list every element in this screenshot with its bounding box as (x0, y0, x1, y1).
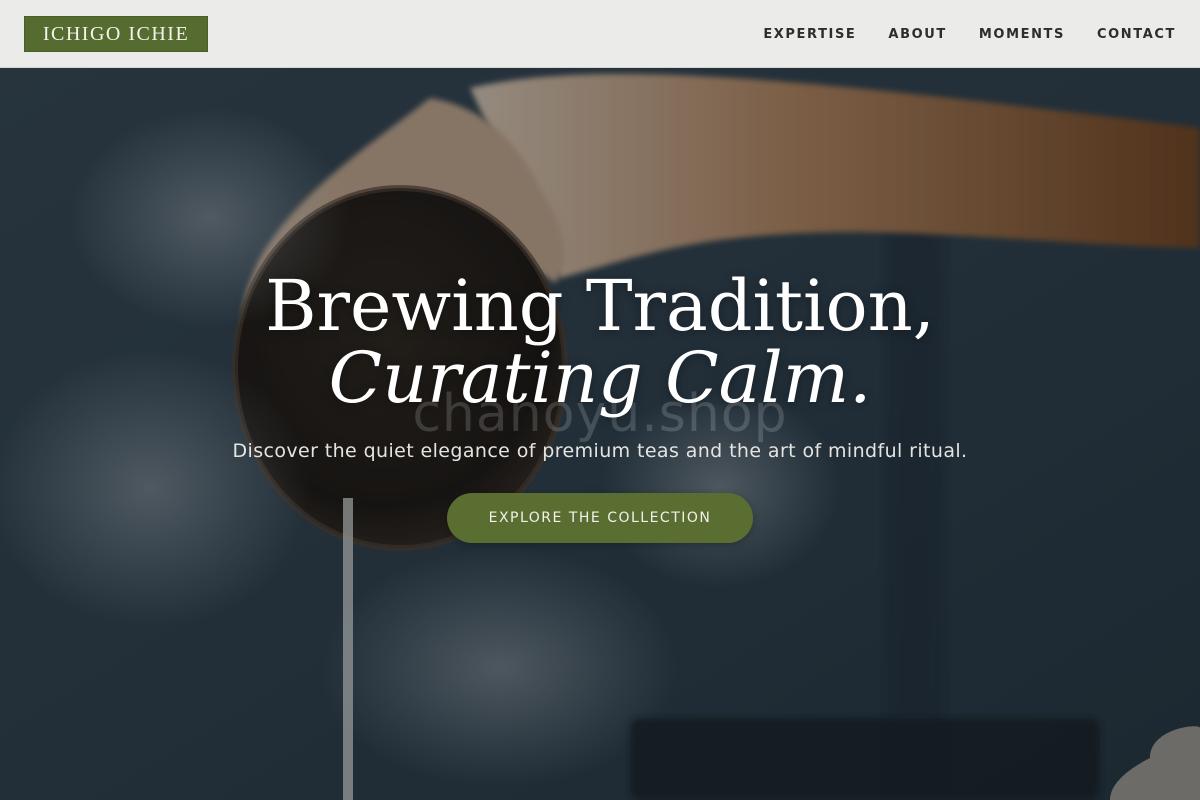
site-logo[interactable]: ICHIGO ICHIE (24, 16, 208, 52)
nav-link-moments[interactable]: MOMENTS (979, 27, 1065, 42)
hero-section: chanoyu.shop Brewing Tradition, Curating… (0, 68, 1200, 800)
hero-headline: Brewing Tradition, Curating Calm. (0, 270, 1200, 414)
nav-link-expertise[interactable]: EXPERTISE (763, 27, 856, 42)
hero-headline-line2: Curating Calm. (328, 337, 872, 419)
nav-link-contact[interactable]: CONTACT (1097, 27, 1176, 42)
main-nav: EXPERTISE ABOUT MOMENTS CONTACT (763, 0, 1176, 68)
site-header: ICHIGO ICHIE EXPERTISE ABOUT MOMENTS CON… (0, 0, 1200, 68)
explore-collection-button[interactable]: EXPLORE THE COLLECTION (447, 493, 753, 543)
nav-link-about[interactable]: ABOUT (888, 27, 946, 42)
hero-headline-line1: Brewing Tradition, (265, 265, 935, 347)
hero-subtitle: Discover the quiet elegance of premium t… (232, 440, 968, 462)
